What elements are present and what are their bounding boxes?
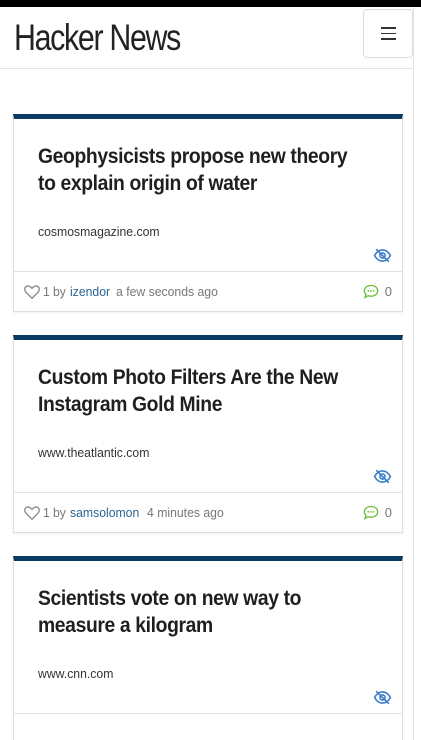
story-title[interactable]: Custom Photo Filters Are the New Instagr… [38,364,351,418]
comments-link[interactable]: 0 [363,284,392,299]
by-label: by [53,284,67,299]
app-title[interactable]: Hacker News [14,19,181,56]
story-meta: 1 by izendor a few seconds ago [24,284,224,299]
story-card-body: Geophysicists propose new theory to expl… [14,119,402,271]
comment-icon [363,284,379,299]
app-header: Hacker News [0,7,413,69]
points-count: 1 [43,505,50,520]
top-status-strip [0,0,421,7]
eye-slash-icon [373,469,391,483]
story-card: Scientists vote on new way to measure a … [13,556,403,740]
heart-icon[interactable] [24,505,40,520]
hamburger-menu-icon [380,27,396,29]
story-card-body: Custom Photo Filters Are the New Instagr… [14,340,402,492]
hide-story-button[interactable] [372,689,392,705]
heart-icon[interactable] [24,284,40,299]
by-label: by [53,505,67,520]
story-footer: 1 by izendor a few seconds ago 0 [14,271,402,311]
story-domain[interactable]: cosmosmagazine.com [38,224,160,239]
story-domain[interactable]: www.cnn.com [38,666,113,681]
story-card: Custom Photo Filters Are the New Instagr… [13,335,403,533]
hamburger-menu-icon [380,38,396,40]
hide-story-button[interactable] [372,468,392,484]
story-footer: 1 by samsolomon 4 minutes ago 0 [14,492,402,532]
story-meta: 1 by samsolomon 4 minutes ago [24,505,228,520]
comments-count: 0 [384,505,392,520]
story-title[interactable]: Scientists vote on new way to measure a … [38,585,351,639]
hide-story-button[interactable] [372,247,392,263]
hamburger-menu-icon [380,32,396,35]
menu-button[interactable] [363,9,413,58]
eye-slash-icon [373,690,391,704]
story-card: Geophysicists propose new theory to expl… [13,114,403,312]
author-link[interactable]: izendor [70,284,110,299]
eye-slash-icon [373,248,391,262]
comments-count: 0 [384,284,392,299]
comments-link[interactable]: 0 [363,505,392,520]
story-time: 4 minutes ago [146,505,224,520]
page: Hacker News Geophysicists propose new th… [0,7,414,740]
story-card-body: Scientists vote on new way to measure a … [14,561,402,713]
story-feed: Geophysicists propose new theory to expl… [13,114,403,740]
comment-icon [363,505,379,520]
points-count: 1 [43,284,50,299]
story-time: a few seconds ago [115,284,218,299]
author-link[interactable]: samsolomon [70,505,139,520]
story-footer [14,713,402,740]
story-title[interactable]: Geophysicists propose new theory to expl… [38,143,351,197]
story-domain[interactable]: www.theatlantic.com [38,445,149,460]
